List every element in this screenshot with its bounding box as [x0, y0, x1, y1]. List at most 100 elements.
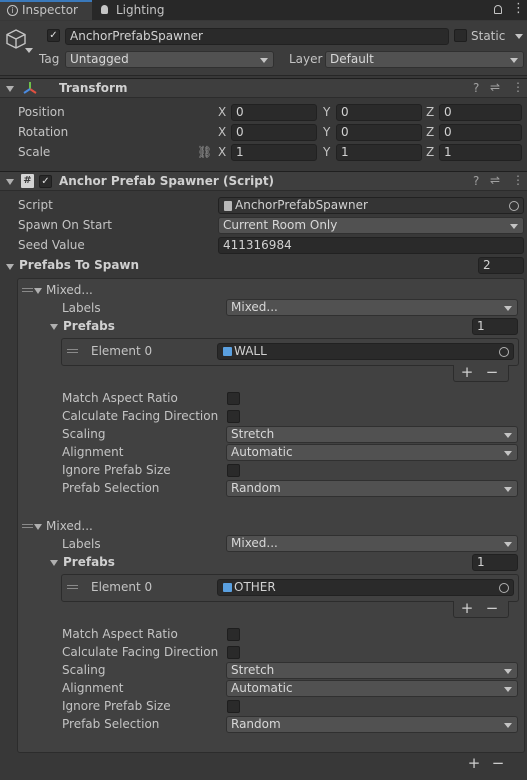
- list-remove-button[interactable]: −: [490, 755, 506, 771]
- transform-scale-z-field[interactable]: 1: [439, 144, 522, 161]
- transform-rotation-z-field[interactable]: 0: [439, 124, 522, 141]
- icon-dropdown-arrow[interactable]: [25, 48, 33, 53]
- transform-position-y-field[interactable]: 0: [336, 104, 422, 121]
- axis-y-label[interactable]: Y: [323, 125, 330, 139]
- axis-x-label[interactable]: X: [218, 125, 226, 139]
- tab-lighting[interactable]: Lighting: [92, 0, 182, 20]
- prefabs-label[interactable]: Prefabs: [63, 555, 115, 569]
- layer-dropdown[interactable]: Default: [325, 51, 524, 68]
- transform-foldout-arrow[interactable]: [6, 86, 14, 92]
- script-foldout-arrow[interactable]: [6, 179, 14, 185]
- axis-y-label[interactable]: Y: [323, 145, 330, 159]
- static-dropdown-arrow[interactable]: [515, 34, 523, 39]
- help-icon[interactable]: ?: [473, 174, 479, 188]
- script-component-title: Anchor Prefab Spawner (Script): [59, 174, 275, 188]
- component-menu-icon[interactable]: ⋮: [512, 80, 524, 94]
- presets-icon[interactable]: ⇌: [490, 173, 500, 187]
- object-picker-icon[interactable]: [499, 347, 509, 357]
- entry-foldout-arrow[interactable]: [34, 524, 42, 530]
- script-component-header[interactable]: # ✓ Anchor Prefab Spawner (Script) ? ⇌ ⋮: [0, 171, 527, 191]
- spawn-on-start-dropdown[interactable]: Current Room Only: [218, 217, 524, 234]
- prefabs-foldout-arrow[interactable]: [50, 560, 58, 566]
- element-object-field[interactable]: OTHER: [217, 579, 514, 596]
- list-add-button[interactable]: +: [466, 755, 482, 771]
- element-value: WALL: [234, 344, 267, 358]
- labels-dropdown[interactable]: Mixed...: [226, 535, 518, 552]
- scaling-dropdown[interactable]: Stretch: [226, 662, 518, 679]
- presets-icon[interactable]: ⇌: [490, 80, 500, 94]
- alignment-dropdown[interactable]: Automatic: [226, 444, 518, 461]
- tab-inspector-label: Inspector: [22, 3, 78, 17]
- tab-lighting-label: Lighting: [116, 3, 165, 17]
- script-value: AnchorPrefabSpawner: [235, 198, 368, 212]
- scaling-value: Stretch: [231, 427, 275, 441]
- axis-x-label[interactable]: X: [218, 145, 226, 159]
- transform-position-z-field[interactable]: 0: [439, 104, 522, 121]
- scaling-dropdown[interactable]: Stretch: [226, 426, 518, 443]
- selection-label: Prefab Selection: [62, 481, 160, 495]
- element-drag-handle-icon[interactable]: [67, 349, 78, 353]
- constrain-proportions-link-icon[interactable]: ⛓: [197, 145, 212, 159]
- match-checkbox[interactable]: [227, 392, 240, 405]
- static-checkbox[interactable]: [454, 29, 467, 42]
- tab-inspector[interactable]: i Inspector: [0, 0, 92, 20]
- entry-foldout-arrow[interactable]: [34, 288, 42, 294]
- component-menu-icon[interactable]: ⋮: [512, 173, 524, 187]
- help-icon[interactable]: ?: [473, 81, 479, 95]
- axis-y-label[interactable]: Y: [323, 105, 330, 119]
- selection-dropdown[interactable]: Random: [226, 716, 518, 733]
- axis-z-label[interactable]: Z: [426, 145, 434, 159]
- tag-dropdown[interactable]: Untagged: [65, 51, 274, 68]
- element-label: Element 0: [91, 580, 153, 594]
- axis-z-label[interactable]: Z: [426, 105, 434, 119]
- prefabs-add-button[interactable]: +: [459, 600, 475, 616]
- axis-x-label[interactable]: X: [218, 105, 226, 119]
- prefabs-remove-button[interactable]: −: [484, 364, 500, 380]
- prefabs-remove-button[interactable]: −: [484, 600, 500, 616]
- menu-kebab-icon[interactable]: ⋮: [512, 1, 525, 17]
- transform-scale-x-field[interactable]: 1: [231, 144, 317, 161]
- entry-header[interactable]: Mixed...: [46, 519, 93, 533]
- tab-bar: i Inspector Lighting ⋮: [0, 0, 527, 20]
- drag-handle-icon[interactable]: [22, 288, 33, 292]
- prefabs-to-spawn-size-field[interactable]: 2: [478, 257, 524, 274]
- selection-dropdown[interactable]: Random: [226, 480, 518, 497]
- script-object-field[interactable]: AnchorPrefabSpawner: [218, 197, 524, 214]
- object-picker-icon[interactable]: [509, 201, 519, 211]
- transform-position-x-field[interactable]: 0: [231, 104, 317, 121]
- active-checkbox[interactable]: ✓: [47, 29, 60, 42]
- ignore-checkbox[interactable]: [227, 464, 240, 477]
- transform-scale-label: Scale: [18, 145, 51, 159]
- facing-checkbox[interactable]: [227, 410, 240, 423]
- labels-dropdown[interactable]: Mixed...: [226, 299, 518, 316]
- match-label: Match Aspect Ratio: [62, 391, 178, 405]
- alignment-dropdown[interactable]: Automatic: [226, 680, 518, 697]
- axis-z-label[interactable]: Z: [426, 125, 434, 139]
- object-name-field[interactable]: AnchorPrefabSpawner: [65, 28, 449, 45]
- ignore-label: Ignore Prefab Size: [62, 699, 171, 713]
- seed-value-field[interactable]: 411316984: [218, 237, 524, 254]
- transform-scale-y-field[interactable]: 1: [336, 144, 422, 161]
- prefabs-label[interactable]: Prefabs: [63, 319, 115, 333]
- lock-icon[interactable]: [494, 5, 502, 14]
- element-object-field[interactable]: WALL: [217, 343, 514, 360]
- drag-handle-icon[interactable]: [22, 524, 33, 528]
- seed-value-label: Seed Value: [18, 238, 85, 252]
- prefabs-add-button[interactable]: +: [459, 364, 475, 380]
- script-enabled-checkbox[interactable]: ✓: [39, 175, 52, 188]
- transform-rotation-x-field[interactable]: 0: [231, 124, 317, 141]
- prefab-cube-icon: [223, 347, 232, 356]
- transform-header[interactable]: Transform ? ⇌ ⋮: [0, 78, 527, 98]
- prefabs-size-field[interactable]: 1: [472, 318, 518, 335]
- prefabs-to-spawn-foldout-arrow[interactable]: [6, 264, 14, 270]
- prefabs-foldout-arrow[interactable]: [50, 324, 58, 330]
- prefabs-to-spawn-label[interactable]: Prefabs To Spawn: [19, 258, 139, 272]
- ignore-checkbox[interactable]: [227, 700, 240, 713]
- prefabs-size-field[interactable]: 1: [472, 554, 518, 571]
- object-picker-icon[interactable]: [499, 583, 509, 593]
- element-drag-handle-icon[interactable]: [67, 585, 78, 589]
- match-checkbox[interactable]: [227, 628, 240, 641]
- facing-checkbox[interactable]: [227, 646, 240, 659]
- entry-header[interactable]: Mixed...: [46, 283, 93, 297]
- transform-rotation-y-field[interactable]: 0: [336, 124, 422, 141]
